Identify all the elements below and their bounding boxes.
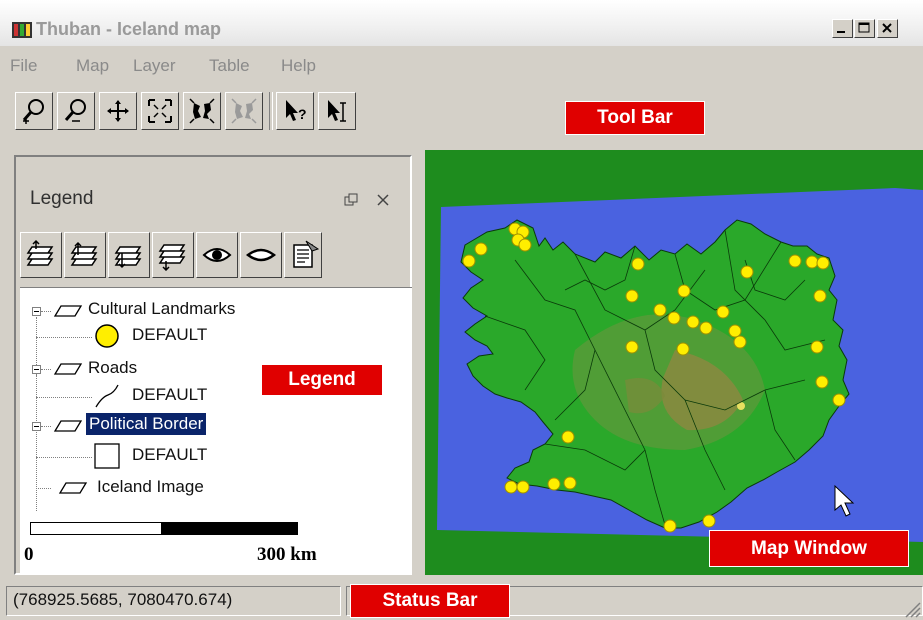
- label-icon: [328, 100, 346, 122]
- tree-connector: [36, 375, 37, 397]
- zoom-out-button[interactable]: [57, 92, 95, 130]
- menu-map[interactable]: Map: [76, 56, 109, 76]
- layer-properties-button[interactable]: [284, 232, 322, 278]
- close-legend-icon[interactable]: [375, 192, 391, 208]
- menu-layer[interactable]: Layer: [133, 56, 176, 76]
- line-symbol: [95, 384, 119, 408]
- tree-connector: [41, 369, 51, 370]
- move-layer-down-icon: [114, 246, 142, 269]
- fit-layer-icon: [189, 98, 215, 124]
- move-layer-top-button[interactable]: [20, 232, 62, 278]
- scalebar-start-label: 0: [24, 544, 34, 565]
- status-coordinates: (768925.5685, 7080470.674): [13, 590, 233, 609]
- layer-name-cultural-landmarks[interactable]: Cultural Landmarks: [88, 299, 235, 319]
- zoom-out-icon: [64, 99, 86, 122]
- fit-layer-button[interactable]: [183, 92, 221, 130]
- move-layer-up-icon: [70, 241, 98, 266]
- map-window-annotation: Map Window: [709, 530, 909, 567]
- scalebar-black-segment: [162, 522, 298, 535]
- layer-name-political-border[interactable]: Political Border: [84, 412, 208, 436]
- label-button[interactable]: [318, 92, 356, 130]
- white-box-symbol: [94, 443, 120, 469]
- legend-grip[interactable]: [16, 157, 410, 173]
- move-layer-bottom-icon: [158, 244, 186, 271]
- expander-political-border[interactable]: [32, 422, 41, 431]
- status-coordinates-field: (768925.5685, 7080470.674): [6, 586, 341, 616]
- expander-cultural-landmarks[interactable]: [32, 307, 41, 316]
- app-icon: [12, 22, 32, 38]
- full-extent-icon: [148, 99, 172, 123]
- move-layer-down-button[interactable]: [108, 232, 150, 278]
- fit-selected-icon: [231, 98, 257, 124]
- menu-table[interactable]: Table: [209, 56, 250, 76]
- legend-tree: Cultural Landmarks DEFAULT Roads DEFAULT…: [20, 287, 412, 523]
- minimize-icon: [837, 31, 845, 33]
- tree-connector: [36, 318, 37, 523]
- resize-grip-icon[interactable]: [903, 600, 921, 618]
- tree-connector: [36, 488, 51, 489]
- menu-help[interactable]: Help: [281, 56, 316, 76]
- class-label-default[interactable]: DEFAULT: [132, 325, 207, 345]
- move-layer-top-icon: [26, 239, 54, 266]
- layer-name-roads[interactable]: Roads: [88, 358, 137, 378]
- tree-connector: [36, 397, 92, 398]
- move-layer-up-button[interactable]: [64, 232, 106, 278]
- close-icon: [882, 23, 892, 33]
- layer-icon: [53, 305, 83, 317]
- legend-toolbar: [18, 232, 410, 282]
- yellow-circle-symbol: [95, 324, 119, 348]
- fit-selected-button[interactable]: [225, 92, 263, 130]
- class-label-default[interactable]: DEFAULT: [132, 445, 207, 465]
- menu-bar: File Map Layer Table Help: [0, 47, 923, 85]
- scalebar: 0 300 km: [20, 512, 412, 574]
- legend-header: Legend: [18, 178, 410, 222]
- layer-icon: [58, 482, 88, 494]
- layer-icon: [53, 363, 83, 375]
- expander-roads[interactable]: [32, 365, 41, 374]
- show-layer-button[interactable]: [196, 232, 238, 278]
- pan-icon: [107, 100, 129, 122]
- status-bar-annotation: Status Bar: [350, 584, 510, 618]
- title-bar[interactable]: Thuban - Iceland map: [0, 0, 923, 46]
- pan-button[interactable]: [99, 92, 137, 130]
- map-window[interactable]: Map Window: [425, 150, 923, 575]
- tree-connector: [36, 457, 92, 458]
- identify-question-mark: ?: [298, 106, 307, 122]
- tree-connector: [41, 426, 51, 427]
- iceland-map-canvas: [437, 188, 923, 542]
- window-title: Thuban - Iceland map: [36, 19, 222, 39]
- class-label-default[interactable]: DEFAULT: [132, 385, 207, 405]
- layer-name-iceland-image[interactable]: Iceland Image: [97, 477, 204, 497]
- tree-connector: [41, 311, 51, 312]
- legend-title: Legend: [30, 188, 94, 209]
- toolbar: ? Tool Bar: [0, 86, 923, 146]
- identify-button[interactable]: ?: [276, 92, 314, 130]
- full-extent-button[interactable]: [141, 92, 179, 130]
- legend-annotation: Legend: [261, 364, 383, 396]
- toolbar-annotation: Tool Bar: [565, 101, 705, 135]
- scalebar-end-label: 300 km: [257, 544, 317, 565]
- minimize-button[interactable]: [832, 19, 853, 38]
- undock-icon[interactable]: [344, 193, 358, 207]
- layer-icon: [53, 420, 83, 432]
- toolbar-separator: [269, 92, 273, 130]
- zoom-in-button[interactable]: [15, 92, 53, 130]
- scalebar-white-segment: [30, 522, 162, 535]
- maximize-button[interactable]: [854, 19, 875, 38]
- eye-icon: [202, 248, 232, 262]
- close-button[interactable]: [877, 19, 898, 38]
- properties-icon: [293, 240, 320, 268]
- menu-file[interactable]: File: [10, 56, 37, 76]
- closed-eye-icon: [246, 248, 276, 262]
- move-layer-bottom-button[interactable]: [152, 232, 194, 278]
- identify-icon: ?: [286, 100, 307, 122]
- hide-layer-button[interactable]: [240, 232, 282, 278]
- tree-connector: [36, 432, 37, 457]
- maximize-icon: [858, 22, 870, 33]
- zoom-in-icon: [22, 99, 44, 124]
- tree-connector: [36, 337, 92, 338]
